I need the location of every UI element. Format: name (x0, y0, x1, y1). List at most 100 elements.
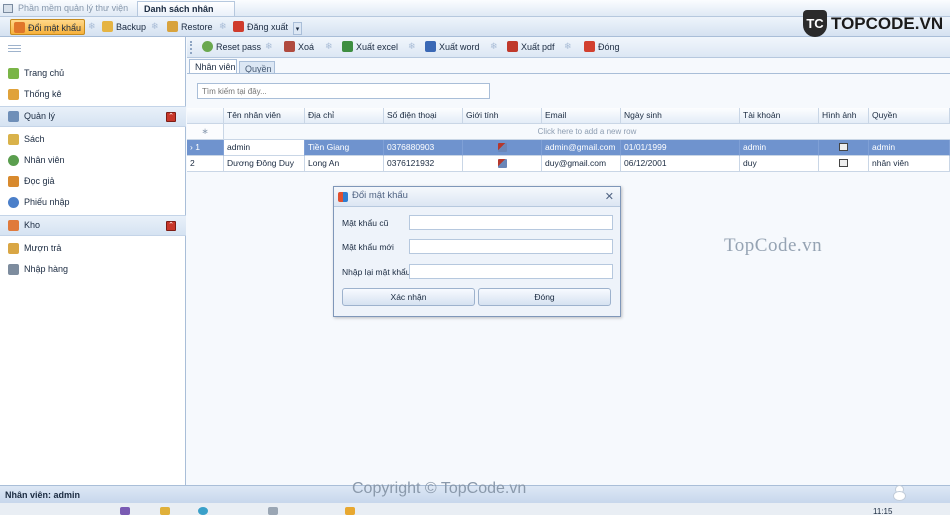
dialog-close-icon[interactable]: ✕ (605, 190, 614, 203)
staff-icon (8, 155, 19, 166)
delete-button[interactable]: Xoá (281, 39, 314, 55)
nav-item-import-goods-label: Nhập hàng (24, 264, 69, 274)
status-user-text: Nhân viên: admin (5, 490, 81, 500)
dialog-close-button[interactable]: Đóng (478, 288, 611, 306)
table-row[interactable]: › 1 admin Tiền Giang 0376880903 admin@gm… (187, 140, 950, 156)
confirm-password-field[interactable] (409, 264, 613, 279)
nav-group-warehouse-label: Kho (24, 220, 41, 230)
cell-name[interactable]: Dương Đông Duy (224, 156, 305, 172)
snowflake-separator-icon: ❄ (219, 21, 227, 31)
copyright-watermark: Copyright © TopCode.vn (352, 480, 527, 497)
grid-new-row[interactable]: ∗ Click here to add a new row (187, 124, 950, 140)
cell-account[interactable]: duy (740, 156, 819, 172)
taskbar-app-icon[interactable] (198, 507, 208, 515)
cell-phone[interactable]: 0376121932 (384, 156, 463, 172)
grid-header-row: Tên nhân viên Địa chỉ Số điện thoại Giới… (187, 108, 950, 124)
gender-checkbox-icon[interactable] (497, 159, 507, 168)
tab-staff-list[interactable]: Danh sách nhân viên (137, 1, 235, 29)
table-row[interactable]: 2 Dương Đông Duy Long An 0376121932 duy@… (187, 156, 950, 172)
export-pdf-button[interactable]: Xuất pdf (504, 39, 555, 55)
new-password-label: Mật khẩu mới (342, 242, 394, 252)
export-excel-button[interactable]: Xuất excel (339, 39, 398, 55)
taskbar-app-icon[interactable] (345, 507, 355, 515)
col-header-image[interactable]: Hình ảnh (819, 108, 869, 124)
nav-item-import-goods[interactable]: Nhập hàng (0, 259, 186, 280)
cell-image[interactable] (819, 156, 869, 172)
nav-item-staff[interactable]: Nhân viên (0, 150, 186, 171)
cell-name[interactable]: admin (224, 140, 305, 156)
delete-label: Xoá (298, 42, 315, 52)
search-input[interactable] (197, 83, 490, 99)
cell-image[interactable] (819, 140, 869, 156)
nav-item-home-label: Trang chủ (24, 68, 65, 78)
col-header-gender[interactable]: Giới tính (463, 108, 542, 124)
toolbar-overflow-chevron-icon[interactable]: ▾ (293, 22, 302, 35)
export-word-button[interactable]: Xuất word (422, 39, 480, 55)
nav-item-stats[interactable]: Thống kê (0, 84, 186, 105)
cell-role[interactable]: admin (869, 140, 950, 156)
confirm-button[interactable]: Xác nhận (342, 288, 475, 306)
cell-address[interactable]: Long An (305, 156, 384, 172)
backup-label: Backup (116, 22, 147, 32)
delete-icon (284, 41, 295, 52)
nav-group-manage[interactable]: Quản lý ⌃ (0, 106, 186, 127)
logo-text: TOPCODE.VN (831, 14, 944, 33)
collapse-group-icon[interactable]: ⌃ (166, 112, 176, 122)
taskbar-app-icon[interactable] (160, 507, 170, 515)
dialog-app-icon (338, 192, 348, 202)
tab-staff[interactable]: Nhân viên (189, 59, 237, 74)
cell-phone[interactable]: 0376880903 (384, 140, 463, 156)
col-header-account[interactable]: Tài khoản (740, 108, 819, 124)
taskbar-app-icon[interactable] (120, 507, 130, 515)
menu-grip-icon[interactable] (8, 45, 21, 52)
nav-item-stats-label: Thống kê (24, 89, 62, 99)
col-header-name[interactable]: Tên nhân viên (224, 108, 305, 124)
nav-item-import-slip[interactable]: Phiếu nhập (0, 192, 186, 213)
nav-item-readers[interactable]: Đọc giả (0, 171, 186, 192)
change-password-label: Đổi mật khẩu (28, 23, 82, 33)
close-button[interactable]: Đóng (581, 39, 620, 55)
change-password-button[interactable]: Đổi mật khẩu (10, 19, 86, 35)
nav-group-warehouse-title: Kho (0, 216, 186, 235)
new-row-marker-icon: ∗ (187, 124, 224, 140)
cell-dob[interactable]: 01/01/1999 (621, 140, 740, 156)
reset-pass-button[interactable]: Reset pass (199, 39, 261, 55)
nav-group-warehouse[interactable]: Kho ⌃ (0, 215, 186, 236)
col-header-email[interactable]: Email (542, 108, 621, 124)
cell-role[interactable]: nhân viên (869, 156, 950, 172)
cell-address[interactable]: Tiền Giang (305, 140, 384, 156)
toolbar-grip-icon[interactable] (190, 41, 192, 54)
old-password-field[interactable] (409, 215, 613, 230)
app-window-icon (3, 4, 13, 13)
nav-item-home[interactable]: Trang chủ (0, 63, 186, 84)
row-indicator[interactable]: 2 (187, 156, 224, 172)
taskbar-app-icon[interactable] (268, 507, 278, 515)
cell-account[interactable]: admin (740, 140, 819, 156)
cell-gender[interactable] (463, 156, 542, 172)
cell-dob[interactable]: 06/12/2001 (621, 156, 740, 172)
logout-button[interactable]: Đăng xuất (230, 19, 288, 35)
backup-button[interactable]: Backup (99, 19, 146, 35)
col-header-address[interactable]: Địa chỉ (305, 108, 384, 124)
gender-checkbox-icon[interactable] (497, 143, 507, 152)
nav-item-books[interactable]: Sách (0, 129, 186, 150)
col-header-phone[interactable]: Số điện thoại (384, 108, 463, 124)
nav-group-manage-title: Quản lý (0, 107, 186, 126)
dialog-title-bar[interactable]: Đổi mật khẩu ✕ (334, 187, 620, 207)
backup-icon (102, 21, 113, 32)
collapse-group-icon[interactable]: ⌃ (166, 221, 176, 231)
staff-toolbar: Reset pass ❄ Xoá ❄ Xuất excel ❄ Xuất wor… (187, 37, 950, 58)
dialog-title: Đổi mật khẩu (352, 190, 408, 201)
new-password-field[interactable] (409, 239, 613, 254)
logout-icon (233, 21, 244, 32)
cell-gender[interactable] (463, 140, 542, 156)
col-header-role[interactable]: Quyền (869, 108, 950, 124)
cell-email[interactable]: duy@gmail.com (542, 156, 621, 172)
restore-button[interactable]: Restore (164, 19, 213, 35)
user-key-icon (14, 22, 25, 33)
row-indicator[interactable]: › 1 (187, 140, 224, 156)
cell-email[interactable]: admin@gmail.com (542, 140, 621, 156)
tab-app-main[interactable]: Phần mềm quản lý thư viện (0, 1, 136, 16)
nav-item-borrow-return[interactable]: Mượn trả (0, 238, 186, 259)
col-header-dob[interactable]: Ngày sinh (621, 108, 740, 124)
